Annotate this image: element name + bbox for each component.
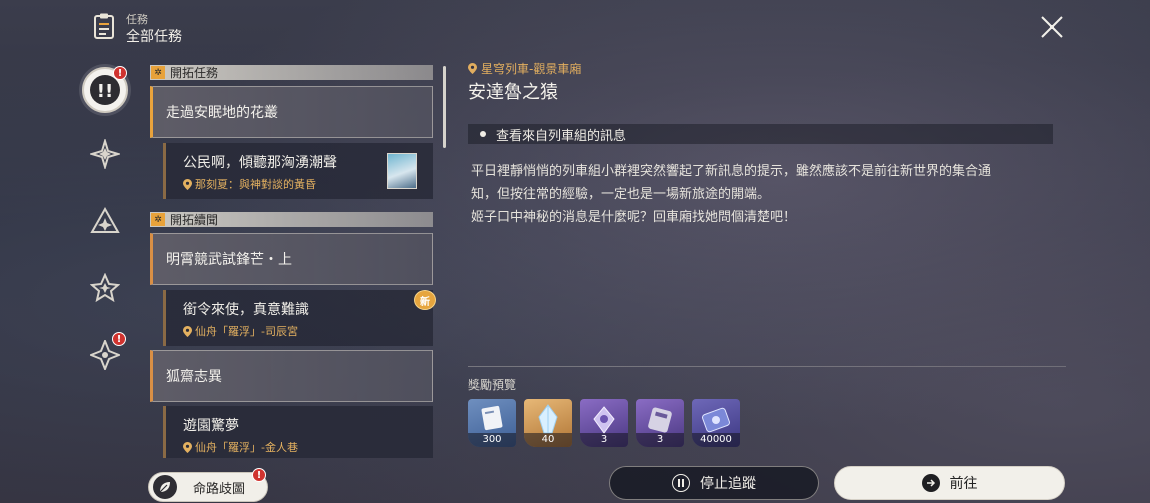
page-title: 全部任務 <box>126 29 182 45</box>
quest-location: 仙舟「羅浮」-司辰宮 <box>183 323 298 339</box>
sun-icon: ✲ <box>151 213 165 226</box>
location-pin-icon <box>183 178 192 190</box>
reward-item[interactable]: 3 <box>636 399 684 447</box>
character-portrait <box>387 153 417 189</box>
quest-card-main[interactable]: 狐齋志異 <box>150 350 433 402</box>
pause-icon <box>672 474 690 492</box>
quest-log-icon <box>94 13 114 39</box>
quest-location: 仙舟「羅浮」-金人巷 <box>183 439 298 455</box>
tab-daily-quests[interactable] <box>88 271 122 305</box>
sun-icon: ✲ <box>151 66 165 79</box>
quest-title: 遊園驚夢 <box>183 418 239 434</box>
divider <box>468 366 1066 367</box>
map-alert-badge: ! <box>252 468 266 482</box>
location-pin-icon <box>468 63 477 74</box>
reward-item[interactable]: 300 <box>468 399 516 447</box>
reward-item[interactable]: 40000 <box>692 399 740 447</box>
reward-count: 300 <box>468 433 516 447</box>
tab-event-badge: ! <box>112 332 126 346</box>
close-icon[interactable] <box>1038 13 1066 41</box>
reward-item[interactable]: 3 <box>580 399 628 447</box>
tab-adventure-quests[interactable] <box>88 204 122 238</box>
path-map-button[interactable]: 命路歧圖 <box>148 472 268 502</box>
header-category: 任務 <box>126 13 148 26</box>
quest-title: 公民啊，傾聽那洶湧潮聲 <box>183 155 337 171</box>
section-trailblaze: ✲ 開拓任務 <box>150 65 433 80</box>
quest-card-sub[interactable]: 銜令來使，真意難識 仙舟「羅浮」-司辰宮 <box>163 290 433 346</box>
arrow-right-icon <box>921 474 940 492</box>
quest-detail-title: 安達魯之猿 <box>468 82 558 103</box>
triangle-star-icon <box>90 206 120 233</box>
reward-count: 40000 <box>692 433 740 447</box>
quest-title: 銜令來使，真意難識 <box>183 302 309 318</box>
quest-description: 平日裡靜悄悄的列車組小群裡突然響起了新訊息的提示，雖然應該不是前往新世界的集合通… <box>471 164 992 225</box>
star-badge-icon <box>90 273 120 303</box>
quest-card-main[interactable]: 明霄競武試鋒芒・上 <box>150 233 433 285</box>
reward-item[interactable]: 40 <box>524 399 572 447</box>
quest-title: 明霄競武試鋒芒・上 <box>166 252 292 268</box>
reward-preview-label: 獎勵預覽 <box>468 378 517 392</box>
svg-text:!!: !! <box>97 81 113 102</box>
tab-companion-quests[interactable] <box>88 137 122 171</box>
diamond-star-icon <box>90 139 120 169</box>
section-label: 開拓任務 <box>170 66 219 80</box>
reward-count: 3 <box>636 433 684 447</box>
quest-title: 走過安眠地的花叢 <box>166 105 278 121</box>
quest-location-header: 星穹列車-觀景車廂 <box>468 60 581 77</box>
quest-card-main[interactable]: 走過安眠地的花叢 <box>150 86 433 138</box>
quest-objective: 查看來自列車組的訊息 <box>468 124 1053 144</box>
quest-title: 狐齋志異 <box>166 369 222 385</box>
reward-count: 3 <box>580 433 628 447</box>
section-continuance: ✲ 開拓續聞 <box>150 212 433 227</box>
quest-location: 那刻夏：與神對談的黃昏 <box>183 176 316 192</box>
leaf-icon <box>153 475 177 499</box>
new-badge: 新 <box>414 290 436 310</box>
reward-count: 40 <box>524 433 572 447</box>
bullet-icon <box>480 131 486 137</box>
location-pin-icon <box>183 441 192 453</box>
stop-tracking-button[interactable]: 停止追蹤 <box>609 466 819 500</box>
tab-alert-badge: ! <box>113 66 127 80</box>
section-label: 開拓續聞 <box>170 213 219 227</box>
quest-card-sub[interactable]: 公民啊，傾聽那洶湧潮聲 那刻夏：與神對談的黃昏 <box>163 143 433 199</box>
location-pin-icon <box>183 325 192 337</box>
quest-list-scrollbar[interactable] <box>443 66 446 148</box>
quest-card-sub[interactable]: 遊園驚夢 仙舟「羅浮」-金人巷 <box>163 406 433 458</box>
go-button[interactable]: 前往 <box>834 466 1065 500</box>
